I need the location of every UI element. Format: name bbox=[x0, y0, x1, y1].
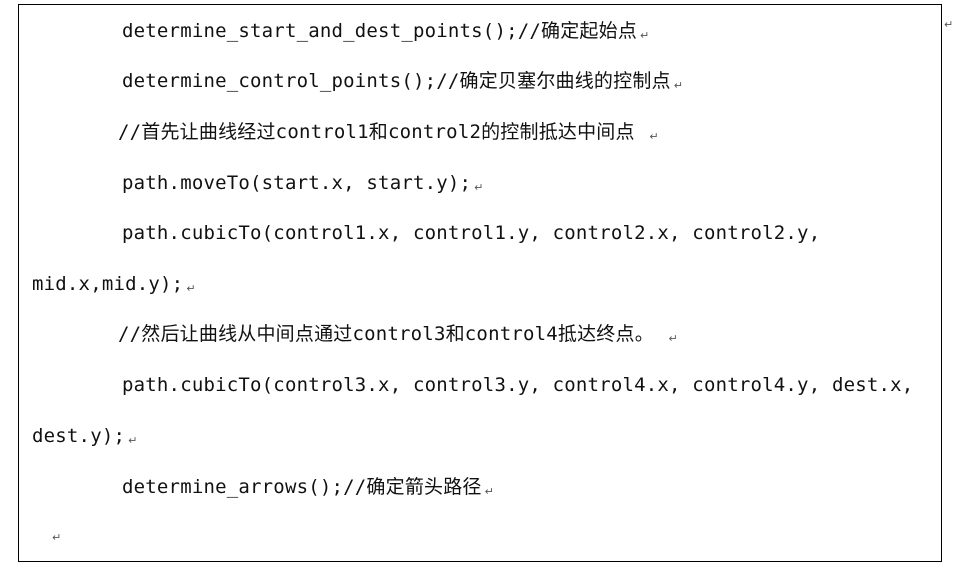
code-line-cubic-to-1-wrap: mid.x,mid.y); ↵ bbox=[32, 272, 196, 296]
code-text: path.cubicTo(control1.x, control1.y, con… bbox=[122, 222, 821, 244]
paragraph-mark: ↵ bbox=[128, 434, 138, 447]
paragraph-mark: ↵ bbox=[474, 181, 484, 194]
code-text: dest.y); bbox=[32, 425, 126, 447]
code-text: path.cubicTo(control3.x, control3.y, con… bbox=[122, 374, 914, 396]
paragraph-mark: ↵ bbox=[484, 485, 495, 498]
paragraph-mark: ↵ bbox=[668, 332, 678, 345]
paragraph-mark: ↵ bbox=[640, 29, 650, 42]
code-line-determine-control-points: determine_control_points();//确定贝塞尔曲线的控制点… bbox=[122, 69, 683, 93]
comment-text: //首先让曲线经过control1和control2的控制抵达中间点 bbox=[118, 121, 647, 143]
comment-line-second-curve: //然后让曲线从中间点通过control3和control4抵达终点。 ↵ bbox=[118, 322, 678, 346]
code-comment: 确定起始点 bbox=[541, 20, 638, 42]
comment-line-first-curve: //首先让曲线经过control1和control2的控制抵达中间点 ↵ bbox=[118, 120, 659, 144]
code-text: path.moveTo(start.x, start.y); bbox=[122, 172, 472, 194]
code-line-determine-arrows: determine_arrows();//确定箭头路径 ↵ bbox=[122, 475, 494, 499]
paragraph-mark: ↵ bbox=[673, 79, 684, 92]
code-text: mid.x,mid.y); bbox=[32, 273, 184, 295]
paragraph-mark: ↵ bbox=[52, 531, 62, 544]
code-comment: 确定箭头路径 bbox=[366, 476, 482, 498]
code-line-cubic-to-2: path.cubicTo(control3.x, control3.y, con… bbox=[122, 373, 913, 397]
paragraph-mark: ↵ bbox=[944, 18, 953, 31]
code-line-determine-start-dest: determine_start_and_dest_points();//确定起始… bbox=[122, 19, 649, 43]
code-text: determine_arrows();// bbox=[122, 476, 367, 498]
comment-text: //然后让曲线从中间点通过control3和control4抵达终点。 bbox=[118, 323, 666, 345]
code-comment: 确定贝塞尔曲线的控制点 bbox=[459, 70, 671, 92]
code-line-move-to: path.moveTo(start.x, start.y); ↵ bbox=[122, 171, 484, 195]
code-text: determine_control_points();// bbox=[122, 70, 460, 92]
code-text: determine_start_and_dest_points();// bbox=[122, 20, 542, 42]
code-line-cubic-to-2-wrap: dest.y); ↵ bbox=[32, 424, 138, 448]
paragraph-mark: ↵ bbox=[649, 130, 659, 143]
paragraph-mark: ↵ bbox=[186, 282, 196, 295]
code-line-cubic-to-1: path.cubicTo(control1.x, control1.y, con… bbox=[122, 221, 820, 245]
